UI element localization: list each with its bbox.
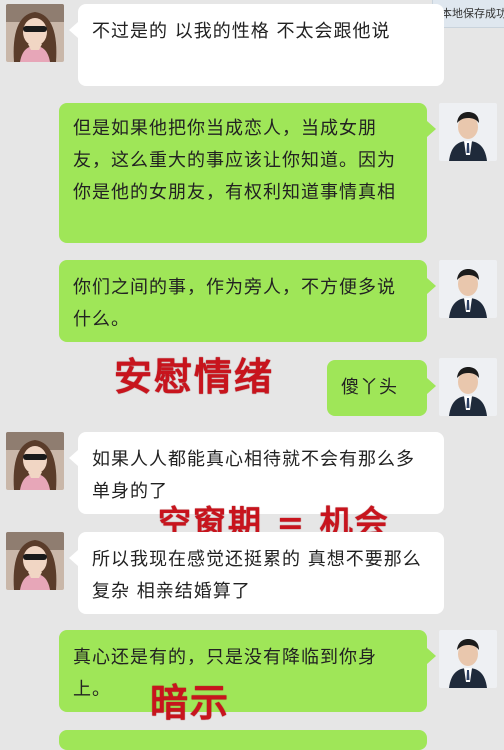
her-avatar[interactable] [6,532,64,590]
message-text: 如果人人都能真心相待就不会有那么多单身的了 [92,449,415,502]
bubble-tail [427,278,436,294]
message-bubble[interactable]: 但是如果他把你当成恋人，当成女朋友，这么重大的事应该让你知道。因为你是他的女朋友… [59,103,436,243]
message-bubble-partial[interactable] [59,730,427,750]
his-avatar-partial[interactable] [439,730,497,740]
bubble-tail [427,378,436,394]
message-bubble[interactable]: 你们之间的事，作为旁人，不方便多说什么。 [59,260,436,342]
message-bubble[interactable]: 不过是的 以我的性格 不太会跟他说 [69,4,444,86]
bubble-tail [69,550,78,566]
his-avatar[interactable] [439,630,497,688]
message-text: 傻丫头 [341,377,398,398]
his-avatar[interactable] [439,103,497,161]
message-bubble[interactable]: 真心还是有的，只是没有降临到你身上。 [59,630,436,712]
woman-avatar-icon [6,4,64,62]
message-text: 你们之间的事，作为旁人，不方便多说什么。 [73,277,396,330]
message-bubble[interactable]: 所以我现在感觉还挺累的 真想不要那么复杂 相亲结婚算了 [69,532,444,614]
bubble-tail [69,22,78,38]
message-text: 不过是的 以我的性格 不太会跟他说 [92,21,391,42]
bubble-tail [427,121,436,137]
message-text: 但是如果他把你当成恋人，当成女朋友，这么重大的事应该让你知道。因为你是他的女朋友… [73,118,396,203]
message-text: 所以我现在感觉还挺累的 真想不要那么复杂 相亲结婚算了 [92,549,422,602]
her-avatar[interactable] [6,4,64,62]
annotation-hint: 暗示 [150,680,231,725]
bubble-tail [69,450,78,466]
his-avatar[interactable] [439,358,497,416]
his-avatar[interactable] [439,260,497,318]
bubble-tail [427,648,436,664]
man-avatar-icon [439,358,497,416]
man-avatar-icon [439,103,497,161]
her-avatar[interactable] [6,432,64,490]
woman-avatar-icon [6,532,64,590]
man-avatar-icon [439,260,497,318]
message-bubble[interactable]: 傻丫头 [327,360,436,416]
man-avatar-icon [439,630,497,688]
woman-avatar-icon [6,432,64,490]
annotation-comfort: 安慰情绪 [114,354,275,399]
